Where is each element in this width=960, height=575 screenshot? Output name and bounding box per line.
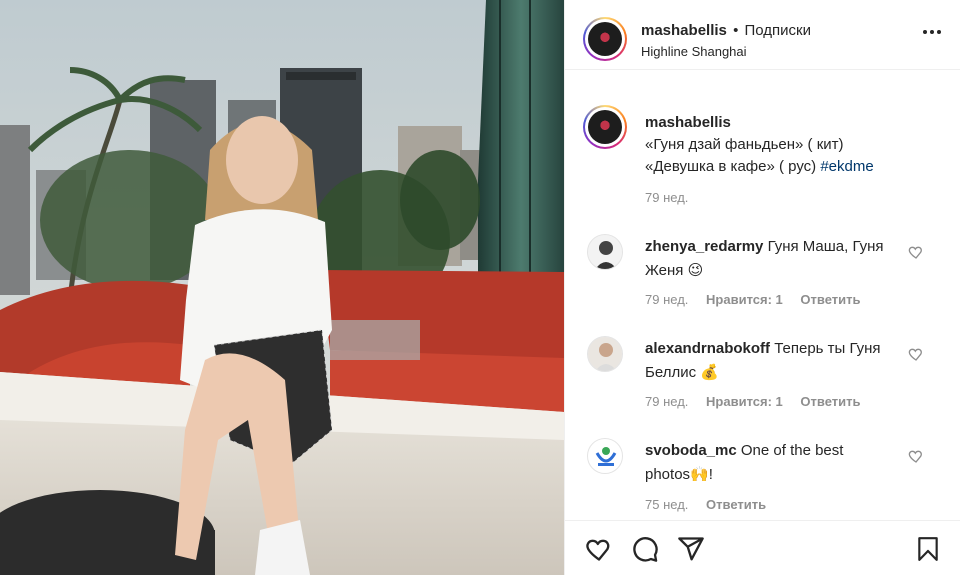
- caption-time[interactable]: 79 нед.: [645, 190, 688, 205]
- bookmark-icon[interactable]: [915, 535, 941, 563]
- commenter-avatar[interactable]: [587, 336, 623, 372]
- comment-username[interactable]: zhenya_redarmy: [645, 238, 763, 255]
- caption-line-2: «Девушка в кафе» ( рус): [645, 158, 821, 175]
- small-heart-icon[interactable]: [908, 448, 924, 464]
- caption-username[interactable]: mashabellis: [645, 114, 731, 131]
- action-bar: [565, 520, 960, 575]
- caption-line-1: «Гуня дзай фаньдьен» ( кит): [645, 136, 844, 153]
- comment-meta: 79 нед. Нравится: 1 Ответить: [645, 292, 874, 307]
- comment-username[interactable]: alexandrnabokoff: [645, 340, 770, 357]
- location-link[interactable]: Highline Shanghai: [641, 44, 747, 59]
- comment-username[interactable]: svoboda_mc: [645, 442, 737, 459]
- commenter-avatar[interactable]: [587, 438, 623, 474]
- comment-text-block: svoboda_mc One of the best photos🙌!: [645, 439, 885, 487]
- author-avatar[interactable]: [583, 17, 627, 61]
- heart-icon[interactable]: [585, 535, 613, 563]
- comment-meta: 79 нед. Нравится: 1 Ответить: [645, 394, 874, 409]
- comment-likes[interactable]: Нравится: 1: [706, 292, 783, 307]
- post-photo[interactable]: [0, 0, 564, 575]
- reply-button[interactable]: Ответить: [706, 497, 766, 512]
- more-options-icon[interactable]: [923, 30, 941, 34]
- paper-plane-icon[interactable]: [677, 535, 705, 563]
- author-username[interactable]: mashabellis: [641, 22, 727, 39]
- post-caption: mashabellis «Гуня дзай фаньдьен» ( кит) …: [645, 112, 945, 178]
- comment-icon[interactable]: [631, 535, 659, 563]
- comment-text-block: alexandrnabokoff Теперь ты Гуня Беллис 💰: [645, 337, 885, 385]
- reply-button[interactable]: Ответить: [800, 292, 860, 307]
- comment-likes[interactable]: Нравится: 1: [706, 394, 783, 409]
- following-button[interactable]: Подписки: [745, 22, 812, 39]
- separator-dot: •: [733, 22, 739, 39]
- post-side-panel: mashabellis • Подписки Highline Shanghai…: [564, 0, 960, 575]
- small-heart-icon[interactable]: [908, 346, 924, 362]
- photo-illustration: [0, 0, 564, 575]
- post-header: mashabellis • Подписки Highline Shanghai: [565, 0, 960, 70]
- small-heart-icon[interactable]: [908, 244, 924, 260]
- comment-time[interactable]: 79 нед.: [645, 292, 688, 307]
- caption-avatar[interactable]: [583, 105, 627, 149]
- hashtag-link[interactable]: #ekdme: [820, 158, 873, 175]
- comment-time[interactable]: 79 нед.: [645, 394, 688, 409]
- comment-meta: 75 нед. Ответить: [645, 497, 780, 512]
- comment-time[interactable]: 75 нед.: [645, 497, 688, 512]
- reply-button[interactable]: Ответить: [800, 394, 860, 409]
- caption-meta: 79 нед.: [645, 190, 702, 205]
- comment-text-block: zhenya_redarmy Гуня Маша, Гуня Женя 😉: [645, 235, 885, 283]
- commenter-avatar[interactable]: [587, 234, 623, 270]
- header-user-line: mashabellis • Подписки: [641, 22, 811, 39]
